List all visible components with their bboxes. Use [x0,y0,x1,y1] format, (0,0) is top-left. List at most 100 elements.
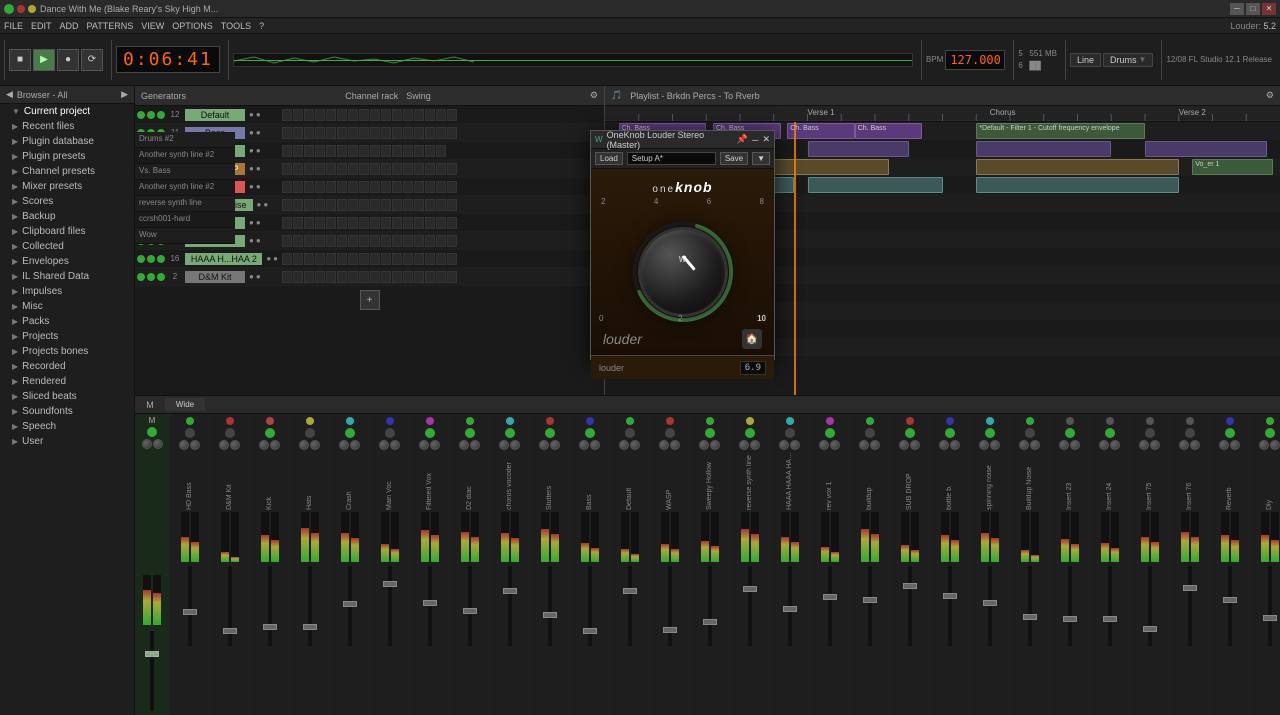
sidebar-item-plugin-presets[interactable]: ▶ Plugin presets [0,149,134,164]
pad[interactable] [392,235,402,247]
ch-vol-knob-9[interactable]: ● [266,254,271,263]
pattern-block-2b[interactable] [808,141,909,157]
sidebar-item-sliced-beats[interactable]: ▶ Sliced beats [0,389,134,404]
pad[interactable] [304,145,314,157]
ch-knob-1[interactable] [339,440,349,450]
ch-knob-2[interactable] [990,440,1000,450]
channel-rack-settings-icon[interactable]: ⚙ [590,90,598,101]
ch-knob-2[interactable] [830,440,840,450]
ch-solo-light-10[interactable] [157,273,165,281]
pad[interactable] [414,235,424,247]
ch-fader-thumb[interactable] [463,608,477,614]
playlist-settings-icon[interactable]: ⚙ [1266,90,1274,101]
ch-fader-thumb[interactable] [1063,616,1077,622]
ch-knob-1[interactable] [1179,440,1189,450]
ch-vol-knob-4[interactable]: ● [249,164,254,173]
ch-instrument-btn-10[interactable]: D&M Kit [185,271,245,283]
min-btn-title[interactable] [28,5,36,13]
pad[interactable] [392,163,402,175]
pad[interactable] [403,127,413,139]
pad[interactable] [282,145,292,157]
pad[interactable] [326,163,336,175]
pad[interactable] [282,163,292,175]
pad[interactable] [403,109,413,121]
ch-fader-thumb[interactable] [303,624,317,630]
pad[interactable] [359,199,369,211]
pad[interactable] [282,235,292,247]
ch-knob-1[interactable] [899,440,909,450]
ch-fader-thumb[interactable] [543,612,557,618]
send-btn[interactable] [1105,428,1115,438]
pad[interactable] [282,109,292,121]
pattern-display[interactable]: Line [1070,53,1101,67]
pad[interactable] [447,127,457,139]
send-btn[interactable] [905,428,915,438]
pad[interactable] [304,163,314,175]
pad[interactable] [337,145,347,157]
pad[interactable] [348,253,358,265]
send-btn[interactable] [1025,428,1035,438]
ch-fader-thumb[interactable] [743,586,757,592]
pad[interactable] [425,181,435,193]
ch-fader-thumb[interactable] [1183,585,1197,591]
pattern-block-3b[interactable] [976,159,1179,175]
ch-pan-knob-4[interactable]: ● [256,164,261,173]
ch-vol-knob-8[interactable]: ● [249,236,254,245]
pad[interactable] [337,199,347,211]
ch-knob-2[interactable] [190,440,200,450]
pad[interactable] [425,145,435,157]
pad[interactable] [436,271,446,283]
ch-knob-1[interactable] [1219,440,1229,450]
ch-instrument-btn-1[interactable]: Default [185,109,245,121]
pad[interactable] [315,109,325,121]
ch-pan-knob-5[interactable]: ● [256,182,261,191]
ch-knob-2[interactable] [710,440,720,450]
pad[interactable] [337,181,347,193]
add-channel-button[interactable]: + [360,290,380,310]
ch-knob-2[interactable] [310,440,320,450]
sidebar-item-soundfonts[interactable]: ▶ Soundfonts [0,404,134,419]
ch-fader-thumb[interactable] [183,609,197,615]
pad[interactable] [436,235,446,247]
pad[interactable] [447,235,457,247]
pad[interactable] [447,109,457,121]
menu-edit[interactable]: EDIT [31,21,52,31]
menu-tools[interactable]: TOOLS [221,21,251,31]
pad[interactable] [392,253,402,265]
pad[interactable] [282,199,292,211]
sidebar-item-misc[interactable]: ▶ Misc [0,299,134,314]
pad[interactable] [392,271,402,283]
pad[interactable] [403,271,413,283]
pad[interactable] [447,217,457,229]
pad[interactable] [315,235,325,247]
pad[interactable] [304,127,314,139]
ch-knob-2[interactable] [270,440,280,450]
pad[interactable] [414,253,424,265]
menu-patterns[interactable]: PATTERNS [87,21,134,31]
ch-knob-2[interactable] [550,440,560,450]
pad[interactable] [293,199,303,211]
pad[interactable] [381,235,391,247]
pad[interactable] [447,163,457,175]
pattern-block-4c[interactable] [976,177,1179,193]
send-btn[interactable] [425,428,435,438]
pad[interactable] [381,253,391,265]
pad[interactable] [315,145,325,157]
pad[interactable] [337,235,347,247]
pad[interactable] [282,127,292,139]
pad[interactable] [425,109,435,121]
pad[interactable] [326,235,336,247]
pad[interactable] [304,181,314,193]
maximize-button[interactable]: □ [1246,3,1260,15]
pad[interactable] [414,109,424,121]
send-btn[interactable] [745,428,755,438]
pad[interactable] [392,145,402,157]
send-btn[interactable] [1185,428,1195,438]
send-btn[interactable] [265,428,275,438]
pattern-block-3c[interactable]: Vo_er 1 [1192,159,1273,175]
pad[interactable] [403,253,413,265]
pad[interactable] [293,253,303,265]
pad[interactable] [436,253,446,265]
pad[interactable] [403,145,413,157]
ch-vol-knob-1[interactable]: ● [249,110,254,119]
